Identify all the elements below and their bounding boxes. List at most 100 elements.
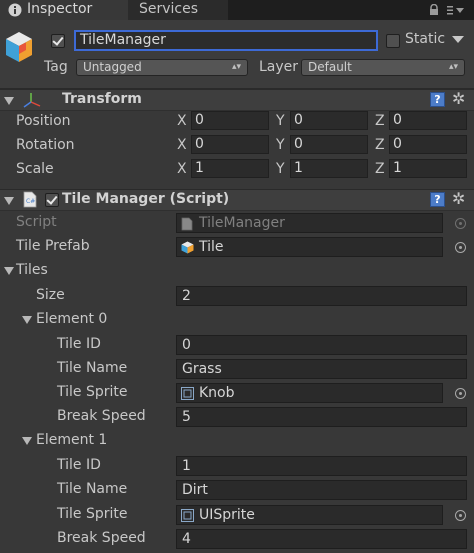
sprite-icon xyxy=(181,387,194,400)
rotation-label: Rotation xyxy=(16,137,75,153)
gameobject-cube-icon xyxy=(6,32,32,62)
object-picker-icon xyxy=(455,218,466,229)
tab-bar: Inspector Services xyxy=(0,0,474,20)
layer-value: Default xyxy=(308,60,352,74)
y-axis-label: Y xyxy=(276,161,285,177)
transform-position-row: Position X 0 Y 0 Z 0 xyxy=(0,110,474,134)
tile-id-label: Tile ID xyxy=(57,457,101,473)
static-label: Static xyxy=(405,31,446,47)
tag-dropdown[interactable]: Untagged ▴▾ xyxy=(76,59,248,76)
gear-icon[interactable]: ✲ xyxy=(452,191,465,207)
script-value: TileManager xyxy=(199,215,285,231)
tab-services[interactable]: Services xyxy=(128,0,228,20)
object-picker-icon[interactable] xyxy=(455,242,466,253)
tiles-label: Tiles xyxy=(16,262,48,278)
foldout-arrow-icon[interactable] xyxy=(4,267,14,275)
gameobject-header: TileManager Static Tag Untagged ▴▾ Layer… xyxy=(0,20,474,89)
rotation-y-field[interactable]: 0 xyxy=(290,135,368,154)
scale-z-field[interactable]: 1 xyxy=(389,159,467,178)
size-label: Size xyxy=(36,287,65,303)
dropdown-arrows-icon: ▴▾ xyxy=(231,62,241,72)
object-picker-icon[interactable] xyxy=(455,510,466,521)
static-dropdown-arrow[interactable] xyxy=(452,36,464,43)
element-0-tile-name-row: Tile Name Grass xyxy=(0,357,474,381)
element-0-label: Element 0 xyxy=(36,311,108,327)
tile-prefab-value: Tile xyxy=(199,239,224,255)
foldout-arrow-icon[interactable] xyxy=(4,197,14,205)
script-file-icon xyxy=(181,217,193,231)
layer-dropdown[interactable]: Default ▴▾ xyxy=(301,59,465,76)
z-axis-label: Z xyxy=(375,137,385,153)
break-speed-field[interactable]: 5 xyxy=(176,407,467,427)
info-icon xyxy=(8,3,22,17)
element-0-break-speed-row: Break Speed 5 xyxy=(0,405,474,429)
transform-header[interactable]: Transform ? ✲ xyxy=(0,89,474,111)
element-1-tile-id-row: Tile ID 1 xyxy=(0,454,474,478)
element-0-tile-sprite-row: Tile Sprite Knob xyxy=(0,381,474,405)
tag-label: Tag xyxy=(44,59,68,75)
element-1-break-speed-row: Break Speed 4 xyxy=(0,527,474,551)
rotation-z-field[interactable]: 0 xyxy=(389,135,467,154)
prefab-icon xyxy=(181,241,194,254)
tiles-row[interactable]: Tiles xyxy=(0,259,474,283)
object-name-input[interactable]: TileManager xyxy=(74,30,378,51)
tile-prefab-label: Tile Prefab xyxy=(16,238,90,254)
element-1-label: Element 1 xyxy=(36,432,108,448)
lock-icon[interactable] xyxy=(428,4,440,16)
size-row: Size 2 xyxy=(0,284,474,308)
tile-prefab-field[interactable]: Tile xyxy=(176,237,443,257)
break-speed-label: Break Speed xyxy=(57,530,146,546)
tile-sprite-label: Tile Sprite xyxy=(57,384,128,400)
gear-icon[interactable]: ✲ xyxy=(452,91,465,107)
foldout-arrow-icon[interactable] xyxy=(22,316,32,324)
rotation-x-field[interactable]: 0 xyxy=(191,135,269,154)
component-enabled-checkbox[interactable] xyxy=(45,193,59,207)
element-1-tile-sprite-row: Tile Sprite UISprite xyxy=(0,503,474,527)
tile-sprite-field[interactable]: Knob xyxy=(176,383,443,403)
z-axis-label: Z xyxy=(375,113,385,129)
position-z-field[interactable]: 0 xyxy=(389,111,467,130)
tab-inspector[interactable]: Inspector xyxy=(0,0,128,20)
foldout-arrow-icon[interactable] xyxy=(22,437,32,445)
scale-label: Scale xyxy=(16,161,54,177)
element-1-row[interactable]: Element 1 xyxy=(0,429,474,453)
tile-name-field[interactable]: Grass xyxy=(176,359,467,379)
scale-y-field[interactable]: 1 xyxy=(290,159,368,178)
tile-manager-header[interactable]: C# Tile Manager (Script) ? ✲ xyxy=(0,189,474,211)
tile-name-label: Tile Name xyxy=(57,481,128,497)
active-checkbox[interactable] xyxy=(51,34,65,48)
svg-text:C#: C# xyxy=(26,198,35,205)
menu-icon[interactable] xyxy=(447,4,465,16)
tile-id-field[interactable]: 0 xyxy=(176,335,467,355)
object-picker-icon[interactable] xyxy=(455,388,466,399)
tile-sprite-label: Tile Sprite xyxy=(57,506,128,522)
foldout-arrow-icon[interactable] xyxy=(4,97,14,105)
position-x-field[interactable]: 0 xyxy=(191,111,269,130)
sprite-icon xyxy=(181,509,194,522)
tile-id-field[interactable]: 1 xyxy=(176,456,467,476)
tile-prefab-row: Tile Prefab Tile xyxy=(0,235,474,259)
tile-id-label: Tile ID xyxy=(57,336,101,352)
tile-name-field[interactable]: Dirt xyxy=(176,480,467,500)
script-field: TileManager xyxy=(176,213,443,233)
transform-axes-icon xyxy=(23,93,41,108)
tile-name-label: Tile Name xyxy=(57,360,128,376)
element-0-tile-id-row: Tile ID 0 xyxy=(0,333,474,357)
position-y-field[interactable]: 0 xyxy=(290,111,368,130)
tile-sprite-field[interactable]: UISprite xyxy=(176,505,443,525)
element-0-row[interactable]: Element 0 xyxy=(0,308,474,332)
x-axis-label: X xyxy=(177,137,187,153)
transform-rotation-row: Rotation X 0 Y 0 Z 0 xyxy=(0,134,474,158)
z-axis-label: Z xyxy=(375,161,385,177)
scale-x-field[interactable]: 1 xyxy=(191,159,269,178)
help-icon[interactable]: ? xyxy=(430,192,445,207)
element-1-tile-name-row: Tile Name Dirt xyxy=(0,478,474,502)
size-field[interactable]: 2 xyxy=(176,286,467,306)
help-icon[interactable]: ? xyxy=(430,92,445,107)
tab-inspector-label: Inspector xyxy=(27,1,93,17)
break-speed-field[interactable]: 4 xyxy=(176,529,467,549)
y-axis-label: Y xyxy=(276,113,285,129)
static-checkbox[interactable] xyxy=(386,34,400,48)
x-axis-label: X xyxy=(177,161,187,177)
layer-label: Layer xyxy=(259,59,299,75)
